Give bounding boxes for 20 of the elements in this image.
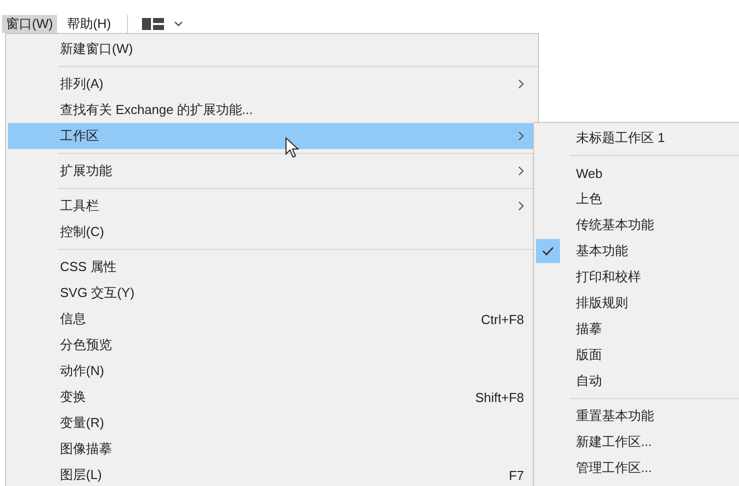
menu-item[interactable]: 自动: [534, 368, 739, 394]
menu-item[interactable]: 排列(A): [6, 71, 538, 97]
chevron-down-icon: [174, 21, 183, 27]
shortcut-label: Ctrl+F8: [481, 312, 524, 326]
menu-item[interactable]: 新建窗口(W): [6, 36, 538, 62]
menu-item[interactable]: 查找有关 Exchange 的扩展功能...: [6, 97, 538, 123]
shortcut-label: Shift+F8: [475, 390, 524, 404]
menu-item[interactable]: 版面: [534, 342, 739, 368]
menu-item[interactable]: 描摹: [534, 316, 739, 342]
layout-icon: [142, 18, 164, 30]
menu-bar-item[interactable]: 窗口(W): [2, 15, 57, 33]
menu-item[interactable]: 基本功能: [534, 238, 739, 264]
menu-item[interactable]: 打印和校样: [534, 264, 739, 290]
menu-bar-item[interactable]: 帮助(H): [62, 15, 115, 33]
menu-item[interactable]: 管理工作区...: [534, 455, 739, 481]
menu-item[interactable]: 新建工作区...: [534, 429, 739, 455]
menu-item[interactable]: 重置基本功能: [534, 403, 739, 429]
shortcut-label: F7: [508, 468, 524, 482]
menu-item[interactable]: 排版规则: [534, 290, 739, 316]
mouse-cursor-icon: [285, 137, 299, 159]
